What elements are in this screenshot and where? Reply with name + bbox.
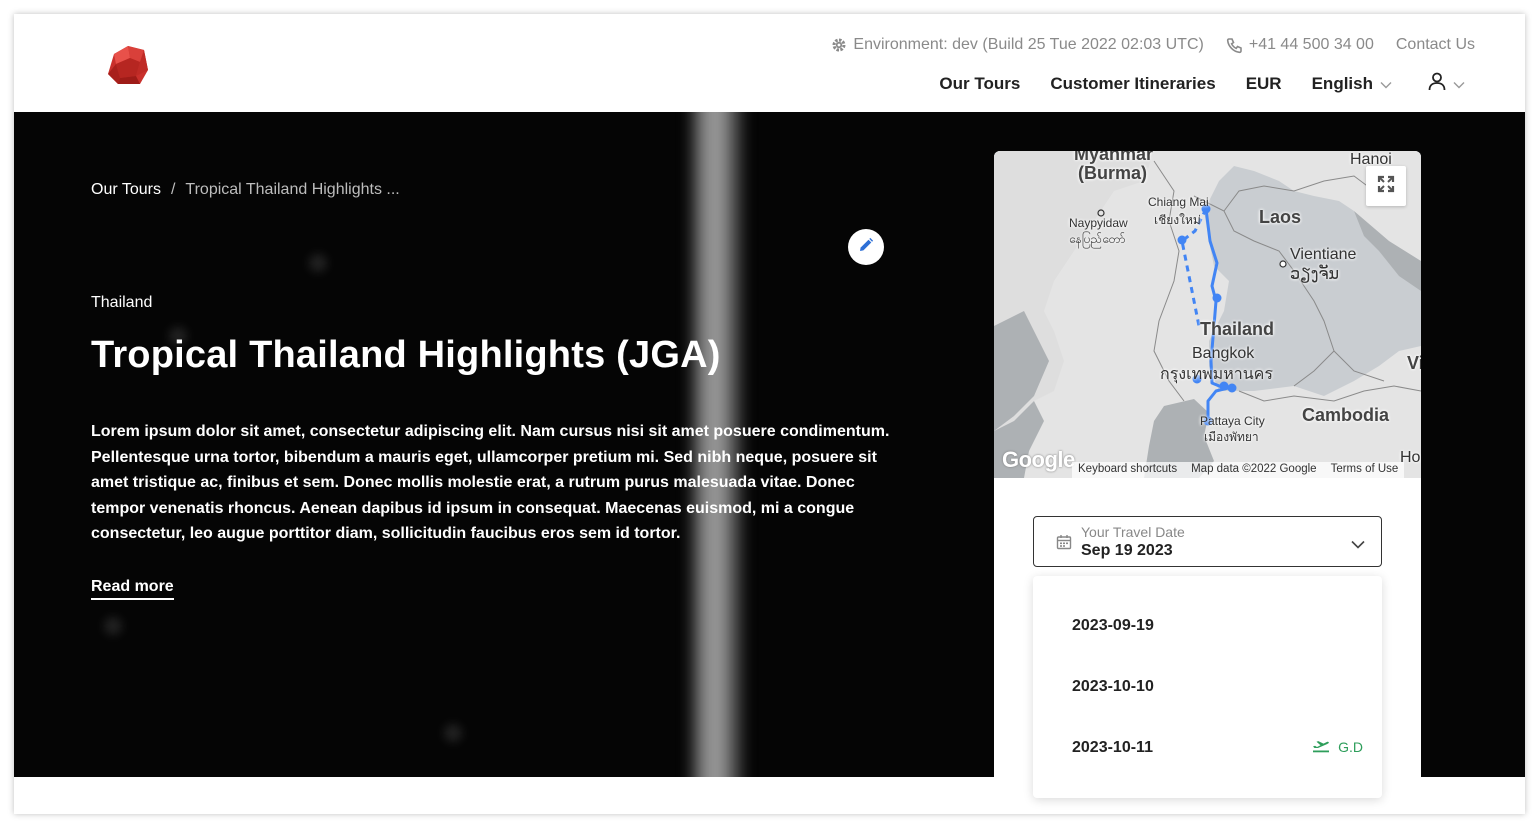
expand-icon [1377,175,1395,198]
map-attribution: Keyboard shortcuts Map data ©2022 Google… [1072,462,1405,478]
browser-frame: Environment: dev (Build 25 Tue 2022 02:0… [14,14,1525,814]
map-label-chiang-mai: Chiang Mai [1148,195,1209,209]
date-option[interactable]: 2023-10-10 [1033,657,1382,717]
map-label-chiang-mai-local: เชียงใหม่ [1154,213,1201,227]
edit-button[interactable] [848,229,884,265]
map-label-bangkok: Bangkok [1192,345,1255,362]
gear-icon [831,37,847,53]
map-label-pattaya: Pattaya City [1200,414,1265,428]
map-fullscreen-button[interactable] [1366,166,1406,206]
language-label: English [1311,74,1373,93]
travel-date-value: Sep 19 2023 [1081,542,1173,559]
breadcrumb-separator: / [170,181,176,198]
google-logo[interactable]: Google [1002,447,1075,473]
background-bokeh [444,724,462,742]
tour-title: Tropical Thailand Highlights (JGA) [91,334,721,376]
date-option[interactable]: 2023-09-19 [1033,596,1382,656]
date-option-label: 2023-10-11 [1072,739,1153,756]
map-label-cambodia: Cambodia [1302,405,1390,425]
contact-us-label: Contact Us [1395,36,1475,53]
map-label-burma: (Burma) [1078,163,1148,183]
language-selector[interactable]: English [1312,74,1392,94]
guaranteed-departure-label: G.D [1338,738,1363,755]
map-label-vientiane-local: ວຽງຈັນ [1290,266,1340,283]
map-label-thailand: Thailand [1200,319,1275,339]
chevron-down-icon [1380,74,1392,94]
pencil-icon [858,237,874,258]
phone-number: +41 44 500 34 00 [1248,36,1374,53]
background-bokeh [309,254,327,272]
route-map[interactable]: Myanmar (Burma) Hanoi Chiang Mai เชียงให… [994,151,1421,478]
travel-date-label: Your Travel Date [1081,524,1185,540]
map-label-naypyidaw-local: နေပြည်တော် [1069,232,1126,246]
user-menu[interactable] [1428,72,1465,96]
map-label-vientiane: Vientiane [1290,246,1357,263]
tour-country: Thailand [91,294,153,311]
nav-our-tours[interactable]: Our Tours [939,74,1020,94]
calendar-icon [1056,534,1072,555]
environment-label: Environment: dev (Build 25 Tue 2022 02:0… [853,36,1204,53]
map-label-naypyidaw: Naypyidaw [1069,216,1128,230]
breadcrumb: Our Tours / Tropical Thailand Highlights… [91,181,400,199]
date-option-label: 2023-09-19 [1072,617,1154,634]
nav-customer-itineraries[interactable]: Customer Itineraries [1050,74,1215,94]
top-utility-bar: Environment: dev (Build 25 Tue 2022 02:0… [831,36,1475,54]
chevron-down-icon [1351,536,1365,554]
currency-selector[interactable]: EUR [1246,74,1282,94]
background-bokeh [104,617,122,635]
main-nav: Our Tours Customer Itineraries EUR Engli… [939,72,1465,96]
keyboard-shortcuts-link[interactable]: Keyboard shortcuts [1078,463,1177,477]
chevron-down-icon [1453,74,1465,94]
date-option-label: 2023-10-10 [1072,678,1154,695]
travel-date-options: 2023-09-19 2023-10-10 2023-10-11 G.D [1033,576,1382,798]
user-icon [1428,72,1446,96]
phone-link[interactable]: +41 44 500 34 00 [1226,36,1374,54]
breadcrumb-current: Tropical Thailand Highlights ... [185,181,400,198]
terms-of-use-link[interactable]: Terms of Use [1331,463,1399,477]
tour-description: Lorem ipsum dolor sit amet, consectetur … [91,423,890,543]
map-label-laos: Laos [1259,207,1302,227]
map-label-vietnam-partial: Vi [1407,353,1421,373]
booking-panel: Myanmar (Burma) Hanoi Chiang Mai เชียงให… [994,151,1421,814]
phone-icon [1226,37,1243,54]
environment-info: Environment: dev (Build 25 Tue 2022 02:0… [831,36,1204,54]
map-label-bangkok-local: กรุงเทพมหานคร [1160,366,1273,383]
site-header: Environment: dev (Build 25 Tue 2022 02:0… [14,14,1525,112]
map-label-pattaya-local: เมืองพัทยา [1204,430,1259,444]
ruby-gem-logo[interactable] [104,40,152,88]
guaranteed-departure-badge: G.D [1312,737,1363,756]
date-option[interactable]: 2023-10-11 G.D [1033,718,1382,778]
map-data-label: Map data ©2022 Google [1191,463,1317,475]
breadcrumb-our-tours[interactable]: Our Tours [91,181,161,199]
plane-departure-icon [1312,737,1330,756]
contact-us-link[interactable]: Contact Us [1396,36,1475,54]
travel-date-select[interactable]: Your Travel Date Sep 19 2023 [1033,516,1382,567]
read-more-link[interactable]: Read more [91,578,174,600]
